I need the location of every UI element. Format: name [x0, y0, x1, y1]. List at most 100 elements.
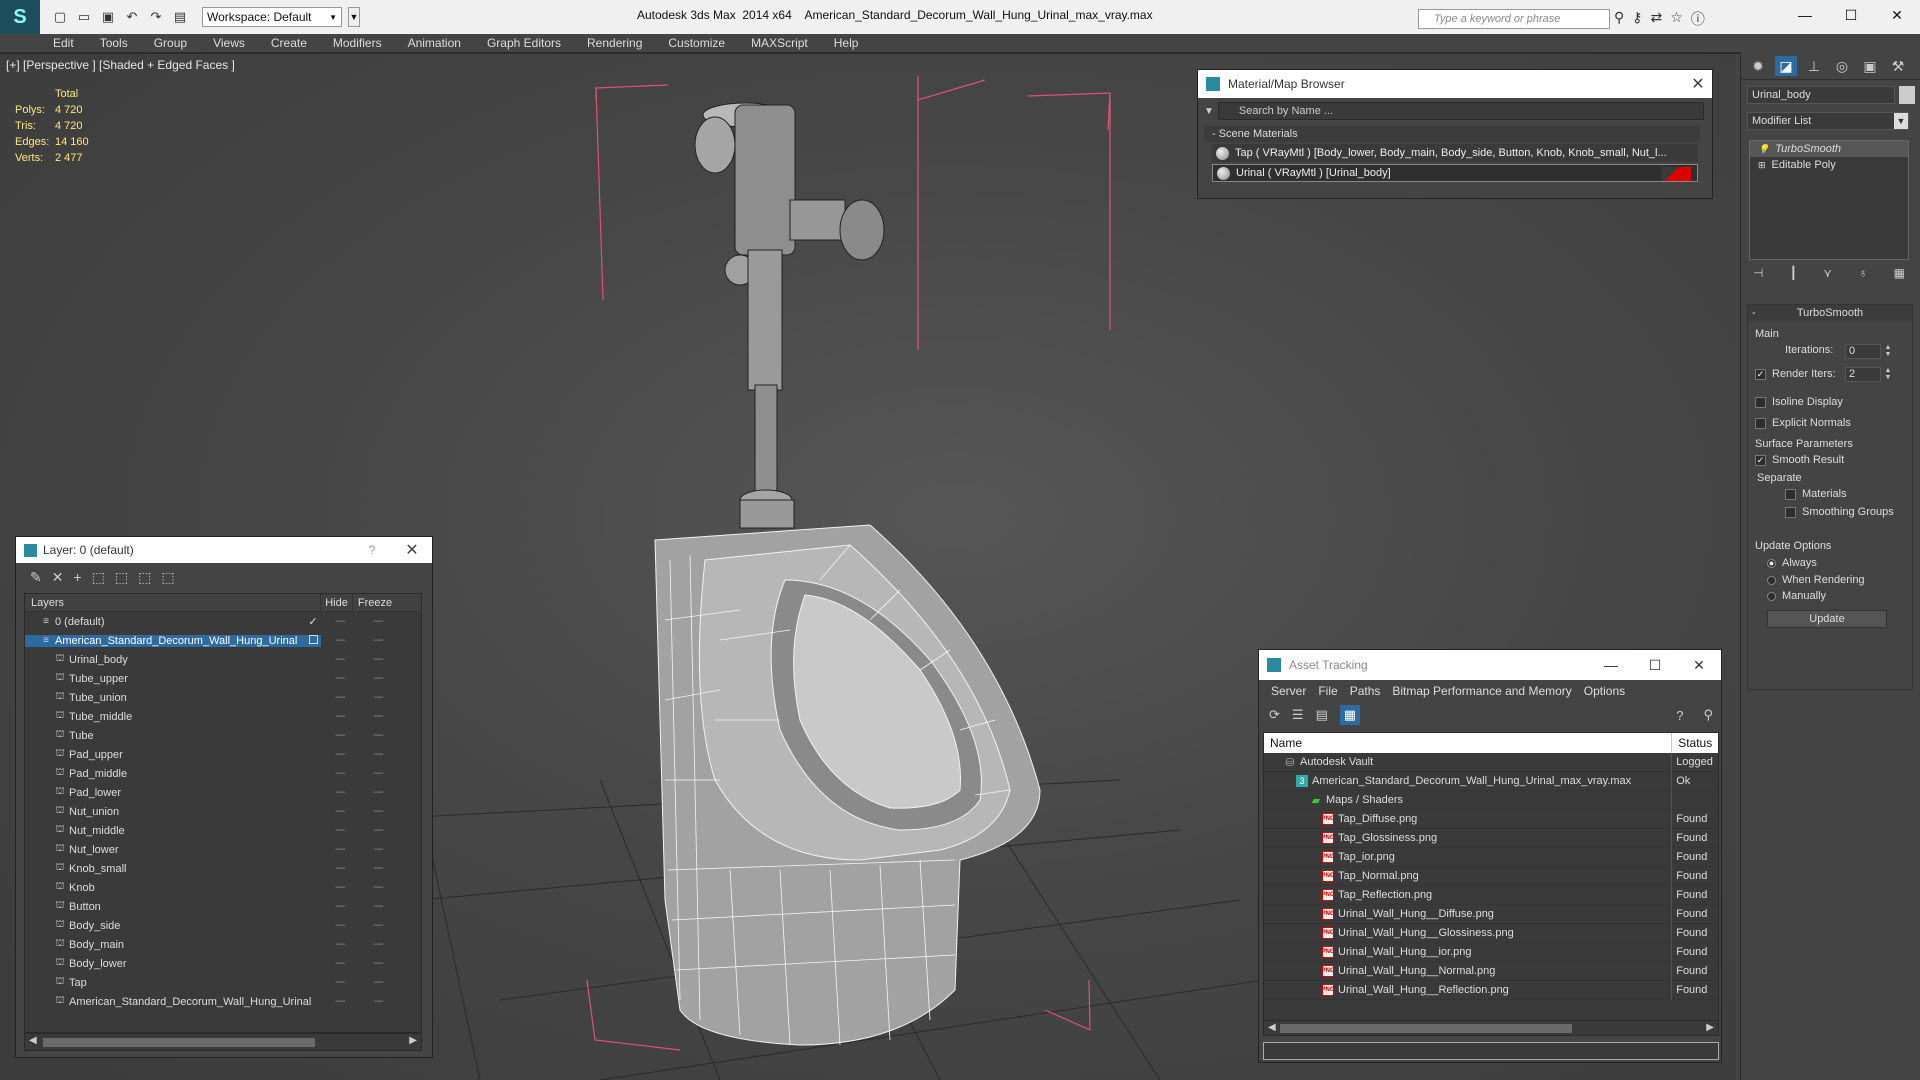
- hide-toggle[interactable]: ----: [321, 939, 359, 950]
- scroll-left-icon[interactable]: ◀: [29, 1035, 37, 1046]
- stack-item-editable-poly[interactable]: ⊞ Editable Poly: [1750, 157, 1908, 173]
- name-column-header[interactable]: Name: [1264, 733, 1673, 753]
- freeze-all-icon[interactable]: ⬚: [161, 569, 174, 586]
- asset-row[interactable]: 3 American_Standard_Decorum_Wall_Hung_Uri…: [1264, 771, 1718, 791]
- object-row[interactable]: ⛫ Body_lower ---- ----: [25, 954, 421, 973]
- object-row[interactable]: ⛫ Nut_middle ---- ----: [25, 821, 421, 840]
- minimize-icon[interactable]: —: [1589, 657, 1633, 673]
- pin-stack-icon[interactable]: ⊣: [1753, 266, 1763, 280]
- workspace-dropdown[interactable]: Workspace: Default ▼: [202, 7, 342, 27]
- freeze-toggle[interactable]: ----: [359, 844, 397, 855]
- redo-icon[interactable]: ↷: [146, 7, 166, 27]
- hide-column-header[interactable]: Hide: [321, 594, 353, 611]
- maximize-icon[interactable]: ☐: [1633, 657, 1677, 674]
- options-menu-icon[interactable]: ▼: [1204, 106, 1214, 117]
- asset-row[interactable]: PNG Tap_Normal.png Found: [1264, 866, 1718, 886]
- freeze-toggle[interactable]: ----: [359, 996, 397, 1007]
- object-row[interactable]: ⛫ Urinal_body ---- ----: [25, 650, 421, 669]
- modifier-list-dropdown[interactable]: Modifier List ▼: [1747, 112, 1909, 130]
- detail-view-icon[interactable]: ▤: [1316, 707, 1328, 723]
- hide-toggle[interactable]: ----: [321, 692, 359, 703]
- scrollbar-thumb[interactable]: [1280, 1024, 1572, 1033]
- always-radio[interactable]: [1767, 558, 1776, 568]
- object-row[interactable]: ⛫ Tube_upper ---- ----: [25, 669, 421, 688]
- lightbulb-icon[interactable]: 💡: [1758, 144, 1769, 155]
- menu-item-animation[interactable]: Animation: [395, 34, 474, 52]
- object-row[interactable]: ⛫ Tube ---- ----: [25, 726, 421, 745]
- close-icon[interactable]: ✕: [392, 540, 432, 560]
- hide-toggle[interactable]: ----: [321, 806, 359, 817]
- hierarchy-tab-icon[interactable]: ⊥: [1803, 56, 1825, 76]
- object-row[interactable]: ⛫ Button ---- ----: [25, 897, 421, 916]
- hide-toggle[interactable]: ----: [321, 825, 359, 836]
- help-icon[interactable]: ⓘ: [1691, 9, 1705, 29]
- hide-toggle[interactable]: ----: [321, 635, 359, 646]
- object-row[interactable]: ⛫ Body_main ---- ----: [25, 935, 421, 954]
- menu-item-edit[interactable]: Edit: [40, 34, 87, 52]
- explicit-normals-checkbox[interactable]: [1755, 417, 1766, 429]
- asset-row[interactable]: PNG Tap_Glossiness.png Found: [1264, 828, 1718, 848]
- minimize-icon[interactable]: —: [1782, 0, 1828, 30]
- close-icon[interactable]: ✕: [1677, 657, 1721, 674]
- freeze-toggle[interactable]: ----: [359, 863, 397, 874]
- freeze-toggle[interactable]: ----: [359, 673, 397, 684]
- utilities-tab-icon[interactable]: ⚒: [1887, 56, 1909, 76]
- hide-toggle[interactable]: ----: [321, 711, 359, 722]
- menu-item-customize[interactable]: Customize: [655, 34, 738, 52]
- select-objects-icon[interactable]: ⬚: [92, 569, 105, 586]
- highlight-layer-icon[interactable]: ⬚: [115, 569, 128, 586]
- stack-item-turbosmooth[interactable]: 💡 TurboSmooth: [1750, 141, 1908, 157]
- object-row[interactable]: ⛫ Body_side ---- ----: [25, 916, 421, 935]
- asset-row[interactable]: PNG Urinal_Wall_Hung__Reflection.png Found: [1264, 980, 1718, 1000]
- asset-row[interactable]: ⛁ Autodesk Vault Logged: [1264, 752, 1718, 772]
- menu-item-modifiers[interactable]: Modifiers: [320, 34, 395, 52]
- exchange-icon[interactable]: ⇄: [1651, 9, 1663, 29]
- asset-row[interactable]: ▰ Maps / Shaders: [1264, 790, 1718, 810]
- asset-row[interactable]: PNG Urinal_Wall_Hung__Normal.png Found: [1264, 961, 1718, 981]
- app-menu-button[interactable]: S: [0, 0, 40, 34]
- status-column-header[interactable]: Status: [1672, 733, 1718, 753]
- smoothing-groups-checkbox[interactable]: [1785, 506, 1796, 518]
- material-browser-titlebar[interactable]: Material/Map Browser ✕: [1198, 70, 1712, 98]
- asset-menu-file[interactable]: File: [1312, 684, 1343, 698]
- delete-layer-icon[interactable]: ✕: [52, 569, 64, 586]
- object-row[interactable]: ⛫ Knob ---- ----: [25, 878, 421, 897]
- menu-item-group[interactable]: Group: [141, 34, 200, 52]
- hide-toggle[interactable]: ----: [321, 730, 359, 741]
- freeze-toggle[interactable]: ----: [359, 635, 397, 646]
- layer-window-titlebar[interactable]: Layer: 0 (default) ? ✕: [16, 537, 432, 563]
- spinner-arrows-icon[interactable]: ▲ ▼: [1883, 367, 1893, 382]
- refresh-icon[interactable]: ⟳: [1269, 707, 1280, 723]
- asset-menu-paths[interactable]: Paths: [1344, 684, 1387, 698]
- scrollbar-thumb[interactable]: [43, 1038, 315, 1047]
- object-row[interactable]: ⛫ Nut_union ---- ----: [25, 802, 421, 821]
- close-icon[interactable]: ✕: [1684, 74, 1712, 94]
- binoculars-icon[interactable]: ⚲: [1614, 9, 1624, 29]
- hide-toggle[interactable]: ----: [321, 977, 359, 988]
- expand-plus-icon[interactable]: ⊞: [1758, 160, 1766, 171]
- undo-icon[interactable]: ↶: [122, 7, 142, 27]
- freeze-toggle[interactable]: ----: [359, 654, 397, 665]
- hide-toggle[interactable]: ----: [321, 844, 359, 855]
- open-folder-icon[interactable]: ▭: [74, 7, 94, 27]
- make-unique-icon[interactable]: ⋎: [1823, 266, 1832, 280]
- hide-toggle[interactable]: ----: [321, 654, 359, 665]
- workspace-extra-dropdown[interactable]: ▼: [348, 7, 360, 27]
- scroll-left-icon[interactable]: ◀: [1268, 1022, 1276, 1033]
- menu-item-tools[interactable]: Tools: [87, 34, 141, 52]
- freeze-toggle[interactable]: ----: [359, 920, 397, 931]
- material-search-input[interactable]: Search by Name ...: [1217, 102, 1704, 120]
- object-row[interactable]: ⛫ American_Standard_Decorum_Wall_Hung_Uri…: [25, 992, 421, 1011]
- scroll-right-icon[interactable]: ▶: [1706, 1022, 1714, 1033]
- rollout-header[interactable]: - TurboSmooth: [1748, 305, 1912, 321]
- asset-row[interactable]: PNG Urinal_Wall_Hung__Glossiness.png Found: [1264, 923, 1718, 943]
- project-folder-icon[interactable]: ▤: [170, 7, 190, 27]
- render-iters-spinner[interactable]: 2: [1845, 367, 1881, 382]
- object-row[interactable]: ⛫ Pad_lower ---- ----: [25, 783, 421, 802]
- add-to-layer-icon[interactable]: +: [73, 569, 81, 585]
- isoline-checkbox[interactable]: [1755, 396, 1766, 408]
- asset-menu-options[interactable]: Options: [1578, 684, 1631, 698]
- material-item-tap[interactable]: Tap ( VRayMtl ) [Body_lower, Body_main, …: [1212, 144, 1698, 162]
- hide-toggle[interactable]: ----: [321, 616, 359, 627]
- object-color-swatch[interactable]: [1899, 86, 1915, 104]
